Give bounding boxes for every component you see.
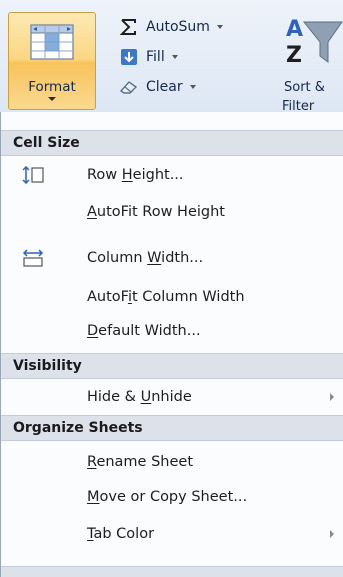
menu-item-label: utoFit Row Height (96, 204, 225, 220)
accelerator-key: A (87, 204, 97, 220)
submenu-arrow-icon (330, 393, 334, 401)
menu-item-row-height[interactable]: Row Height... (1, 158, 343, 192)
sort-filter-icon: A Z (286, 17, 343, 68)
menu-item-label: nhide (151, 389, 192, 405)
menu-item-label: efault Width... (98, 323, 201, 339)
svg-text:Z: Z (286, 43, 302, 68)
accelerator-key: H (121, 167, 133, 183)
accelerator-key: M (87, 489, 100, 505)
fill-down-arrow-icon (118, 48, 140, 66)
format-cells-icon (30, 24, 74, 60)
menu-item-autofit-row-height[interactable]: AutoFit Row Height (1, 195, 343, 229)
menu-item-column-width[interactable]: Column Width... (1, 241, 343, 275)
menu-item-label: eight... (132, 167, 184, 183)
clear-label: Clear (146, 79, 183, 95)
svg-text:A: A (286, 17, 303, 42)
section-header-cell-size: Cell Size (1, 130, 343, 156)
menu-item-tab-color[interactable]: Tab Color (1, 517, 343, 551)
menu-item-default-width[interactable]: Default Width... (1, 314, 343, 348)
menu-item-hide-unhide[interactable]: Hide & Unhide (1, 380, 343, 414)
chevron-down-icon (171, 55, 178, 59)
clear-button[interactable]: Clear (118, 74, 196, 100)
submenu-arrow-icon (330, 530, 334, 538)
format-dropdown-menu: Cell Size Row Height... AutoFit Row Heig… (0, 112, 343, 577)
ribbon-editing-group: Format AutoSum Fill Clear A Z Sort & Fil… (0, 0, 343, 114)
accelerator-key: U (140, 389, 152, 405)
menu-item-label: Row (87, 167, 122, 183)
accelerator-key: D (87, 323, 99, 339)
format-button-label: Format (28, 79, 76, 95)
fill-label: Fill (146, 49, 165, 65)
menu-item-rename-sheet[interactable]: Rename Sheet (1, 445, 343, 479)
menu-item-label: ove or Copy Sheet... (99, 489, 248, 505)
section-header-visibility: Visibility (1, 353, 343, 379)
menu-item-autofit-column-width[interactable]: AutoFit Column Width (1, 280, 343, 314)
section-header-protection-partial (1, 566, 343, 577)
sort-filter-button[interactable]: A Z Sort & Filter (282, 10, 343, 114)
menu-item-label: ab Color (93, 526, 155, 542)
fill-button[interactable]: Fill (118, 44, 178, 70)
row-height-icon (22, 166, 44, 184)
chevron-down-icon (48, 97, 56, 101)
menu-item-label: t Column Width (131, 289, 245, 305)
menu-item-label: idth... (161, 250, 204, 266)
menu-item-label: AutoF (87, 289, 128, 305)
section-header-organize-sheets: Organize Sheets (1, 415, 343, 441)
autosum-button[interactable]: AutoSum (118, 14, 223, 40)
menu-item-move-or-copy-sheet[interactable]: Move or Copy Sheet... (1, 480, 343, 514)
sort-filter-label-line1: Sort & (284, 80, 325, 95)
menu-item-label: Column (87, 250, 148, 266)
chevron-down-icon (216, 25, 223, 29)
column-width-icon (22, 249, 44, 267)
autosum-label: AutoSum (146, 19, 210, 35)
menu-item-label: Hide & (87, 389, 141, 405)
menu-item-label: ename Sheet (96, 454, 194, 470)
chevron-down-icon (189, 85, 196, 89)
accelerator-key: W (147, 250, 162, 266)
format-button[interactable]: Format (8, 12, 96, 110)
eraser-icon (118, 78, 140, 96)
sigma-icon (118, 18, 140, 36)
